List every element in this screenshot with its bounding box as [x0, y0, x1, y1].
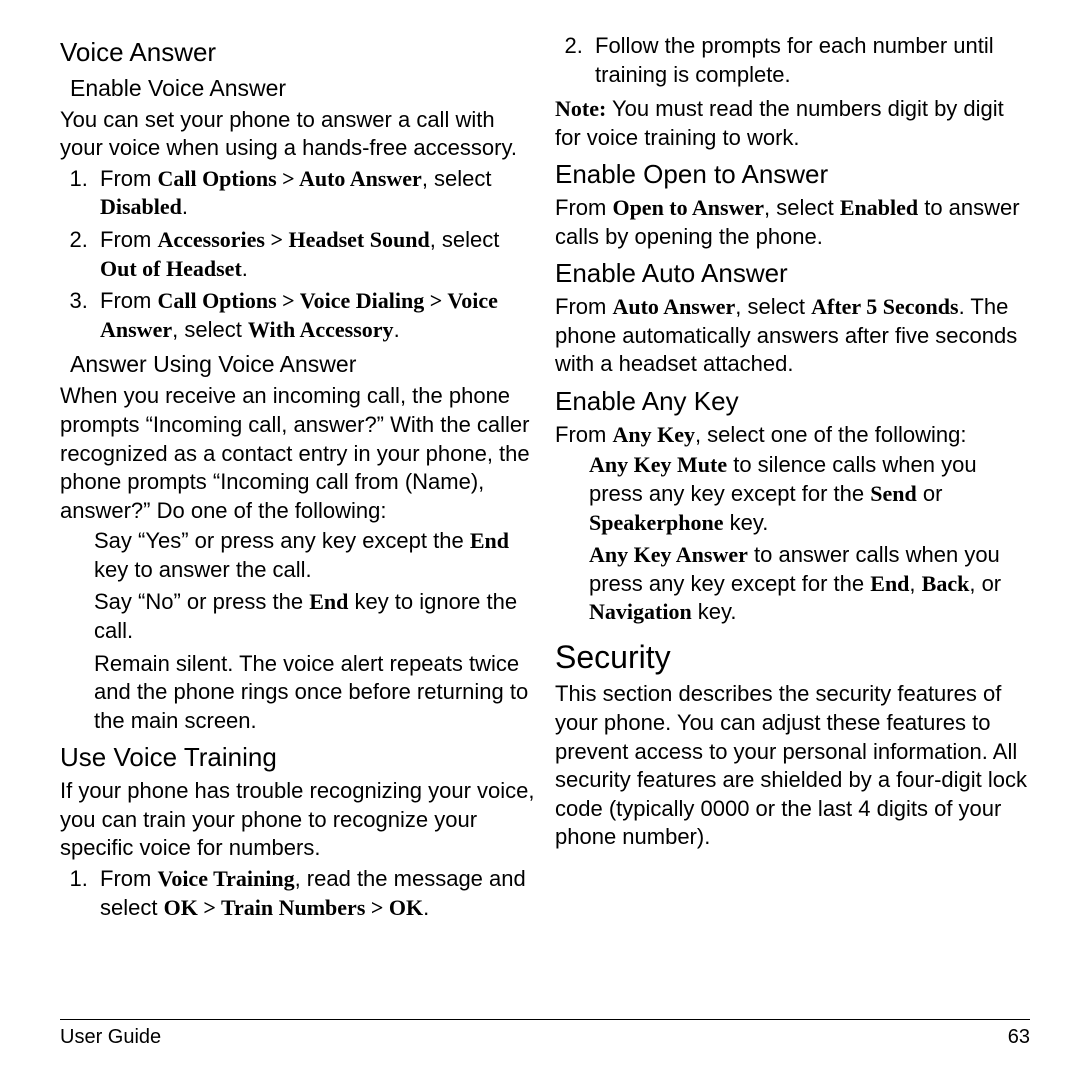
any-key-mute: Any Key Mute to silence calls when you p…: [589, 451, 1030, 537]
text-open-to-answer: From Open to Answer, select Enabled to a…: [555, 194, 1030, 251]
option-no: Say “No” or press the End key to ignore …: [94, 588, 535, 645]
intro-any-key: From Any Key, select one of the followin…: [555, 421, 1030, 450]
intro-answer-using-va: When you receive an incoming call, the p…: [60, 382, 535, 525]
heading-auto-answer: Enable Auto Answer: [555, 257, 1030, 291]
step-3: From Call Options > Voice Dialing > Voic…: [94, 287, 535, 344]
heading-any-key: Enable Any Key: [555, 385, 1030, 419]
page-footer: User Guide 63: [60, 1019, 1030, 1050]
text-auto-answer: From Auto Answer, select After 5 Seconds…: [555, 293, 1030, 379]
intro-enable-voice-answer: You can set your phone to answer a call …: [60, 106, 535, 163]
step-1: From Call Options > Auto Answer, select …: [94, 165, 535, 222]
heading-enable-voice-answer: Enable Voice Answer: [70, 74, 535, 104]
text-security: This section describes the security feat…: [555, 680, 1030, 852]
vt-step-2: Follow the prompts for each number until…: [589, 32, 1030, 89]
any-key-answer: Any Key Answer to answer calls when you …: [589, 541, 1030, 627]
heading-answer-using-va: Answer Using Voice Answer: [70, 350, 535, 380]
steps-voice-training-cont: Follow the prompts for each number until…: [555, 32, 1030, 89]
footer-page-number: 63: [1008, 1024, 1030, 1050]
vt-step-1: From Voice Training, read the message an…: [94, 865, 535, 922]
steps-enable-voice-answer: From Call Options > Auto Answer, select …: [60, 165, 535, 345]
manual-page: Voice Answer Enable Voice Answer You can…: [0, 0, 1080, 1020]
step-2: From Accessories > Headset Sound, select…: [94, 226, 535, 283]
intro-voice-training: If your phone has trouble recognizing yo…: [60, 777, 535, 863]
options-answer-using-va: Say “Yes” or press any key except the En…: [60, 527, 535, 735]
heading-security: Security: [555, 637, 1030, 679]
options-any-key: Any Key Mute to silence calls when you p…: [555, 451, 1030, 627]
heading-voice-training: Use Voice Training: [60, 741, 535, 775]
option-silent: Remain silent. The voice alert repeats t…: [94, 650, 535, 736]
voice-training-note: Note: You must read the numbers digit by…: [555, 95, 1030, 152]
option-yes: Say “Yes” or press any key except the En…: [94, 527, 535, 584]
heading-voice-answer: Voice Answer: [60, 36, 535, 70]
footer-left: User Guide: [60, 1024, 161, 1050]
steps-voice-training: From Voice Training, read the message an…: [60, 865, 535, 922]
heading-open-to-answer: Enable Open to Answer: [555, 158, 1030, 192]
